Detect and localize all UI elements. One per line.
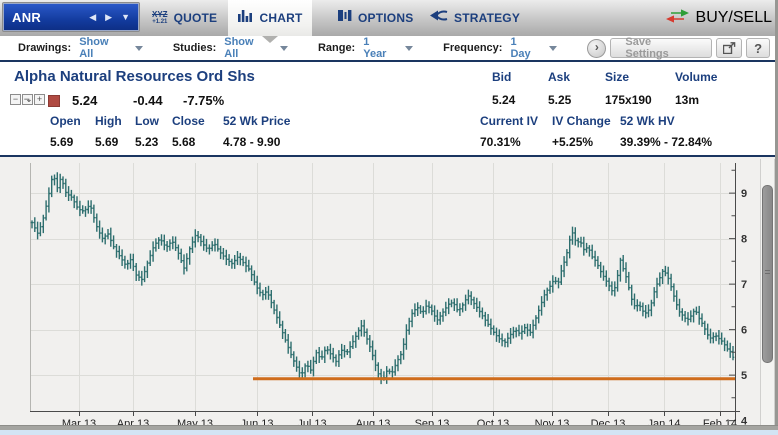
expand-chart-icon[interactable]: ⬎ — [22, 94, 33, 105]
scrollbar-thumb[interactable] — [762, 185, 773, 363]
tab-strategy[interactable]: STRATEGY — [430, 0, 520, 36]
tab-strategy-label: STRATEGY — [454, 11, 521, 25]
options-tab-icon — [338, 9, 352, 27]
collapse-panel-button[interactable]: › — [587, 38, 607, 58]
ohlc-values: 5.69 5.69 5.23 5.68 4.78 - 9.90 — [50, 135, 281, 149]
studies-label: Studies: — [172, 42, 217, 54]
chart-toolbar: Drawings: Show All Studies: Show All Ran… — [0, 36, 778, 62]
chevron-down-icon — [549, 45, 558, 51]
ohlc-bars — [30, 172, 735, 385]
instrument-title: Alpha Natural Resources Ord Shs — [14, 68, 255, 85]
y-tick-label: 5 — [741, 370, 747, 382]
range-value: 1 Year — [363, 36, 387, 60]
help-button[interactable]: ? — [746, 38, 770, 58]
y-tick-label: 7 — [741, 279, 747, 291]
popout-icon — [722, 42, 735, 54]
tab-options-label: OPTIONS — [358, 11, 414, 25]
buy-sell-label: BUY/SELL — [695, 9, 772, 26]
save-settings-button[interactable]: Save Settings — [610, 36, 713, 60]
tab-options[interactable]: OPTIONS — [338, 0, 413, 36]
chevron-down-icon — [134, 45, 143, 51]
symbol-dropdown-icon[interactable]: ▼ — [121, 12, 130, 22]
series-color-swatch[interactable] — [48, 95, 60, 107]
drawings-value: Show All — [79, 36, 109, 60]
last-price: 5.24 — [72, 93, 98, 108]
chart-tab-icon — [237, 9, 254, 27]
buy-sell-arrows-icon — [665, 8, 690, 28]
tab-bar: ANR ◀ ▶ ▼ XYZ +1.21 QUOTE CHART OPTIONS … — [0, 0, 778, 43]
tab-quote[interactable]: XYZ +1.21 QUOTE — [152, 0, 217, 36]
tab-chart[interactable]: CHART — [228, 0, 312, 43]
symbol-next-icon[interactable]: ▶ — [105, 12, 112, 22]
y-tick-label: 9 — [741, 188, 747, 200]
symbol-prev-icon[interactable]: ◀ — [89, 12, 96, 22]
symbol-selector[interactable]: ANR ◀ ▶ ▼ — [3, 3, 139, 31]
quote-tab-icon: XYZ +1.21 — [152, 10, 168, 26]
price-change: -0.44 — [133, 93, 163, 108]
popout-window-button[interactable] — [716, 38, 743, 58]
vertical-scrollbar[interactable] — [760, 159, 775, 425]
frequency-value: 1 Day — [510, 36, 531, 60]
trading-app-window: ANR ◀ ▶ ▼ XYZ +1.21 QUOTE CHART OPTIONS … — [0, 0, 778, 435]
y-tick-label: 6 — [741, 325, 747, 337]
add-comparison-icon[interactable]: + — [34, 94, 45, 105]
ohlc-headers: Open High Low Close 52 Wk Price — [50, 114, 291, 128]
drawings-label: Drawings: — [18, 42, 72, 54]
chevron-down-icon — [279, 45, 288, 51]
iv-values: 70.31% +5.25% 39.39% - 72.84% — [480, 135, 713, 149]
bid-ask-headers: Bid Ask Size Volume — [492, 70, 718, 84]
iv-headers: Current IV IV Change 52 Wk HV — [480, 114, 675, 128]
buy-sell-button[interactable]: BUY/SELL — [665, 0, 772, 36]
drawings-dropdown[interactable]: Drawings: Show All — [18, 36, 143, 60]
active-tab-notch — [262, 36, 278, 43]
axis-ticks — [79, 169, 735, 422]
tab-quote-label: QUOTE — [173, 11, 218, 25]
range-dropdown[interactable]: Range: 1 Year — [317, 36, 414, 60]
window-bottom-edge — [0, 425, 778, 435]
range-label: Range: — [317, 42, 356, 54]
y-tick-label: 8 — [741, 234, 747, 246]
price-chart-svg[interactable]: 456789Mar 13 Apr 13 May 13 Jun 13 Jul 13 Aug … — [0, 157, 760, 430]
strategy-tab-icon — [430, 9, 448, 27]
symbol-label: ANR — [12, 9, 42, 25]
frequency-label: Frequency: — [443, 42, 503, 54]
quote-panel: Alpha Natural Resources Ord Shs − ⬎ + 5.… — [0, 64, 778, 157]
bid-ask-values: 5.24 5.25 175x190 13m — [492, 93, 700, 107]
chart-region: 4 5 6 7 8 9 Mar 13 Apr 13 May 13 Jun 13 Jul 13 Aug … — [0, 157, 778, 435]
frequency-dropdown[interactable]: Frequency: 1 Day — [443, 36, 558, 60]
chevron-down-icon — [405, 45, 414, 51]
collapse-box-icon[interactable]: − — [10, 94, 21, 105]
tab-chart-label: CHART — [259, 11, 303, 25]
price-change-percent: -7.75% — [183, 93, 225, 108]
